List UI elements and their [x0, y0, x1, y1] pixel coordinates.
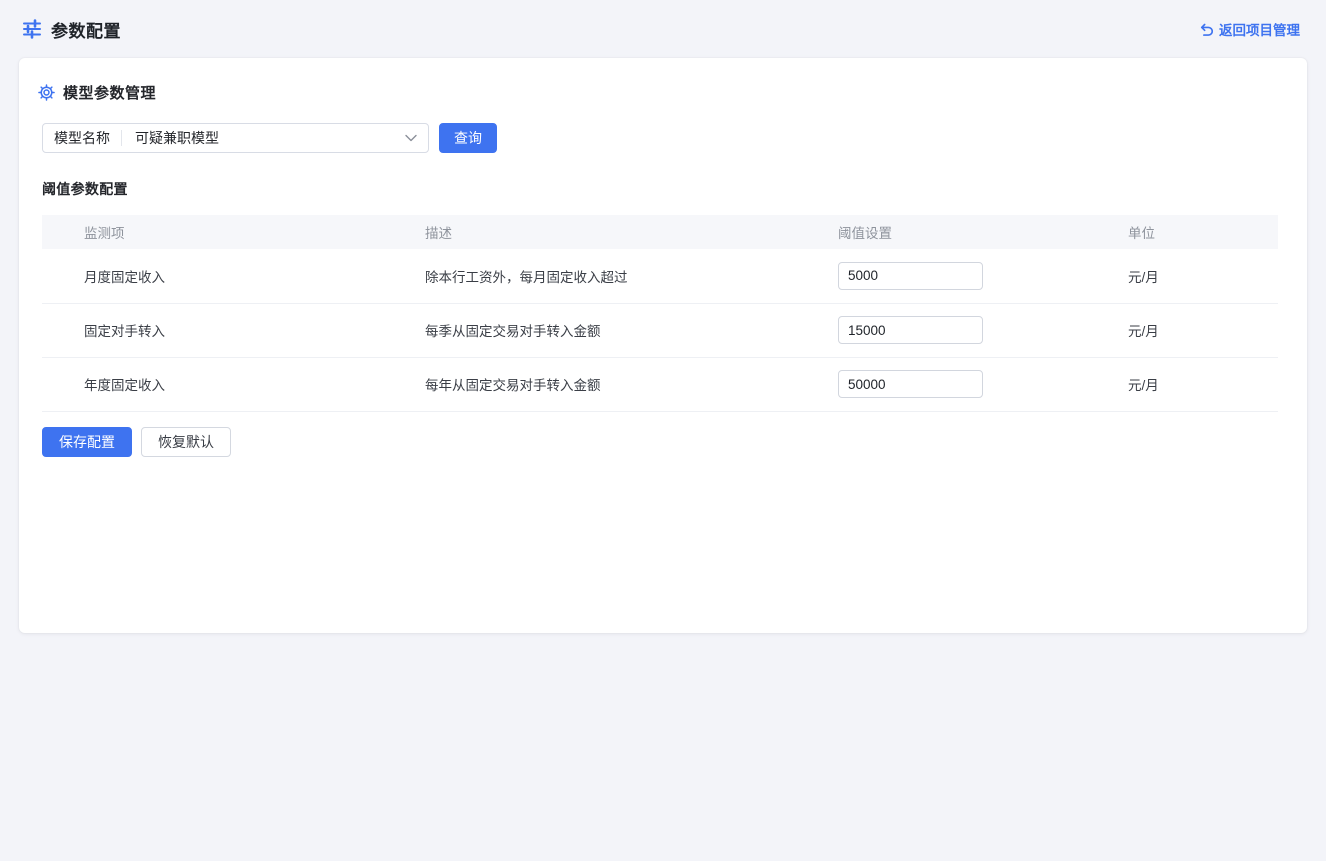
cell-desc: 除本行工资外，每月固定收入超过 [415, 249, 828, 303]
threshold-table: 监测项 描述 阈值设置 单位 月度固定收入 除本行工资外，每月固定收入超过 元/… [42, 215, 1278, 412]
section-header: 模型参数管理 [38, 82, 1283, 103]
cell-unit: 元/月 [1118, 249, 1278, 303]
cell-item: 月度固定收入 [42, 249, 415, 303]
page-title: 参数配置 [51, 17, 121, 42]
col-header-desc: 描述 [415, 215, 828, 249]
back-link-label: 返回项目管理 [1219, 19, 1300, 39]
cell-item: 固定对手转入 [42, 303, 415, 357]
threshold-input-counterparty[interactable] [838, 316, 983, 344]
table-row: 月度固定收入 除本行工资外，每月固定收入超过 元/月 [42, 249, 1278, 303]
cell-desc: 每季从固定交易对手转入金额 [415, 303, 828, 357]
sliders-icon [22, 19, 42, 39]
chevron-down-icon [405, 134, 417, 142]
threshold-section-title: 阈值参数配置 [42, 179, 1283, 199]
back-to-project-link[interactable]: 返回项目管理 [1198, 19, 1300, 39]
table-row: 固定对手转入 每季从固定交易对手转入金额 元/月 [42, 303, 1278, 357]
model-name-selected-value: 可疑兼职模型 [122, 128, 405, 148]
query-button[interactable]: 查询 [439, 123, 497, 153]
col-header-item: 监测项 [42, 215, 415, 249]
threshold-input-monthly[interactable] [838, 262, 983, 290]
col-header-unit: 单位 [1118, 215, 1278, 249]
query-row: 模型名称 可疑兼职模型 查询 [42, 123, 1283, 153]
action-buttons: 保存配置 恢复默认 [42, 427, 1283, 457]
model-name-label: 模型名称 [43, 128, 121, 148]
model-name-select[interactable]: 模型名称 可疑兼职模型 [42, 123, 429, 153]
gear-icon [38, 84, 55, 101]
cell-unit: 元/月 [1118, 357, 1278, 411]
undo-arrow-icon [1198, 22, 1213, 37]
table-header-row: 监测项 描述 阈值设置 单位 [42, 215, 1278, 249]
table-row: 年度固定收入 每年从固定交易对手转入金额 元/月 [42, 357, 1278, 411]
top-bar: 参数配置 返回项目管理 [0, 0, 1326, 58]
model-parameter-card: 模型参数管理 模型名称 可疑兼职模型 查询 阈值参数配置 监测项 描述 阈值设置… [19, 58, 1307, 633]
section-title: 模型参数管理 [63, 82, 156, 103]
col-header-threshold: 阈值设置 [828, 215, 1118, 249]
cell-desc: 每年从固定交易对手转入金额 [415, 357, 828, 411]
restore-default-button[interactable]: 恢复默认 [141, 427, 231, 457]
threshold-input-annual[interactable] [838, 370, 983, 398]
save-config-button[interactable]: 保存配置 [42, 427, 132, 457]
cell-item: 年度固定收入 [42, 357, 415, 411]
cell-unit: 元/月 [1118, 303, 1278, 357]
page-title-wrap: 参数配置 [22, 17, 121, 42]
